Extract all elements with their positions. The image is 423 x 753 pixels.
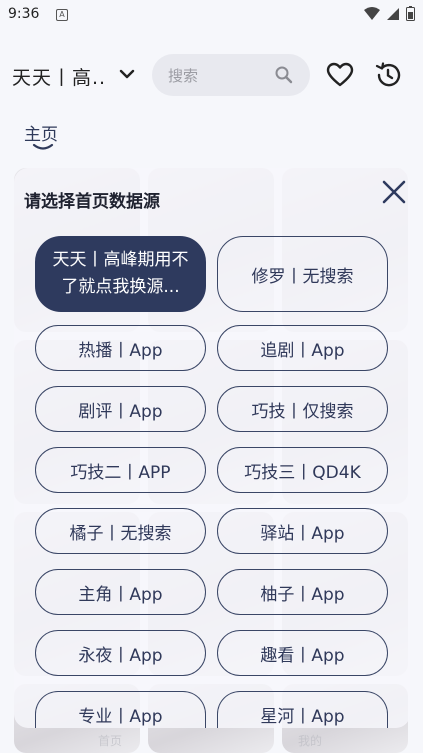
source-option-qiaoji3[interactable]: 巧技三丨QD4K [217, 447, 388, 493]
source-option-zhuanye[interactable]: 专业丨App [35, 691, 206, 728]
source-option-yongye[interactable]: 永夜丨App [35, 630, 206, 676]
source-option-xinghe[interactable]: 星河丨App [217, 691, 388, 728]
source-option-jupping[interactable]: 剧评丨App [35, 386, 206, 432]
source-option-qiaoji2[interactable]: 巧技二丨APP [35, 447, 206, 493]
source-option-yizhan[interactable]: 驿站丨App [217, 508, 388, 554]
source-option-tiantian[interactable]: 天天丨高峰期用不了就点我换源... [35, 236, 206, 312]
source-option-qukan[interactable]: 趣看丨App [217, 630, 388, 676]
source-option-qiaoji[interactable]: 巧技丨仅搜索 [217, 386, 388, 432]
source-option-youzi[interactable]: 柚子丨App [217, 569, 388, 615]
source-option-rebo[interactable]: 热播丨App [35, 325, 206, 371]
source-options: 天天丨高峰期用不了就点我换源... 修罗丨无搜索 热播丨App 追剧丨App 剧… [0, 0, 423, 753]
source-option-zhuiju[interactable]: 追剧丨App [217, 325, 388, 371]
source-option-juzi[interactable]: 橘子丨无搜索 [35, 508, 206, 554]
source-option-xiuluo[interactable]: 修罗丨无搜索 [217, 236, 388, 312]
source-option-zhujiao[interactable]: 主角丨App [35, 569, 206, 615]
